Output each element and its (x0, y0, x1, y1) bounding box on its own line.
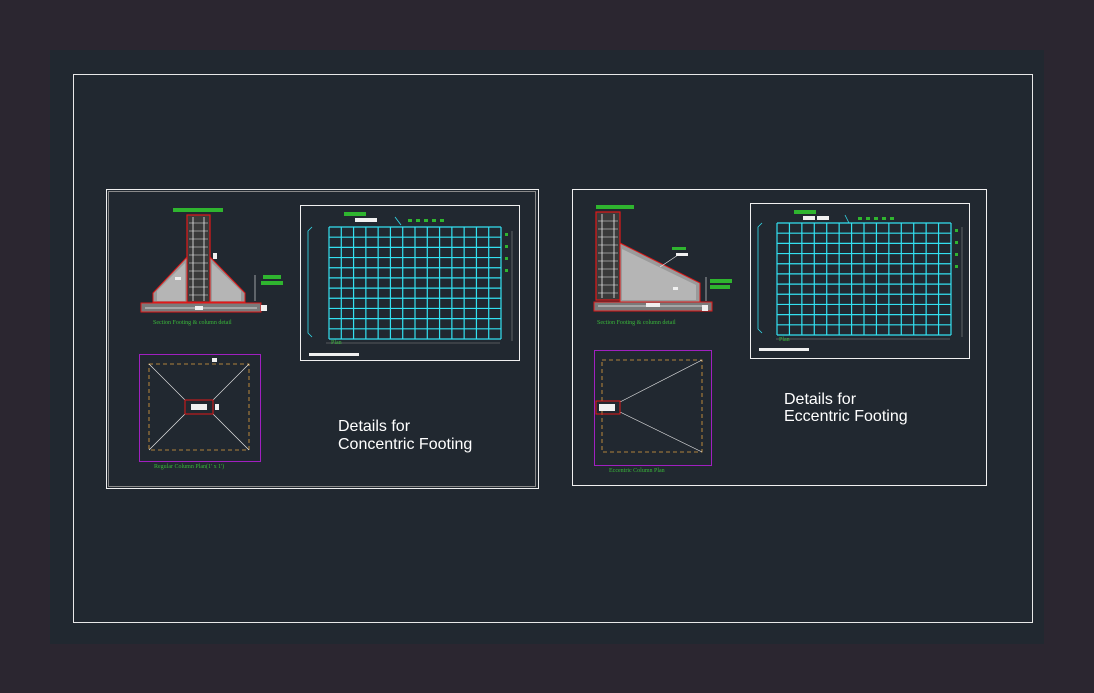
eccentric-column-plan[interactable] (594, 350, 712, 466)
concentric-title-line1: Details for (338, 418, 411, 435)
concentric-title-line2: Concentric Footing (338, 436, 473, 453)
concentric-plan-caption: Regular Column Plan(1' x 1') (154, 464, 225, 470)
eccentric-plan-caption: Eccentric Column Plan (609, 468, 665, 474)
concentric-mesh-caption: Plan (331, 340, 342, 346)
column-outline (186, 214, 211, 304)
concentric-section-caption: Section Footing & column detail (153, 320, 232, 326)
eccentric-section-caption: Section Footing & column detail (597, 320, 676, 326)
annotation-label (173, 208, 223, 212)
drawing-viewport[interactable]: Section Footing & column detail Plan Reg… (50, 50, 1044, 644)
eccentric-section-drawing (593, 205, 732, 312)
concentric-column-plan[interactable] (139, 354, 261, 462)
annotation-label (263, 275, 281, 279)
concentric-section-drawing (140, 208, 283, 313)
concentric-mesh-plan[interactable] (300, 205, 520, 361)
eccentric-title-line2: Eccentric Footing (784, 408, 908, 425)
eccentric-title-line1: Details for (784, 391, 857, 408)
column-outline (595, 211, 621, 301)
eccentric-mesh-plan[interactable] (750, 203, 970, 359)
eccentric-mesh-caption: Plan (779, 337, 790, 343)
annotation-label (261, 281, 283, 285)
